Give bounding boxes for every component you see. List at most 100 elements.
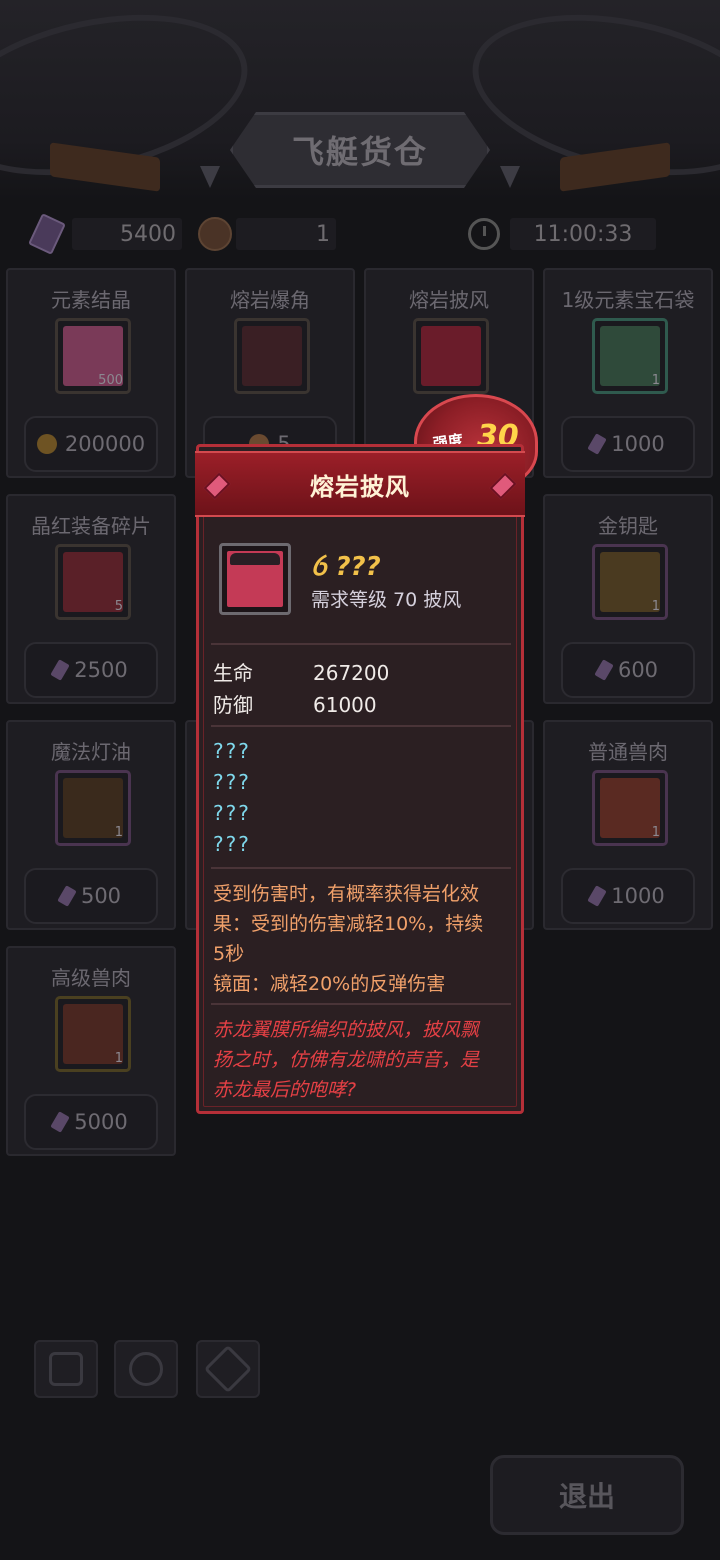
exit-button[interactable]: 退出 <box>490 1455 684 1535</box>
shop-item[interactable]: 晶红装备碎片 5 2500 <box>6 494 176 704</box>
compass-icon <box>129 1352 163 1386</box>
gem-ornament-icon <box>489 472 517 500</box>
rune-button[interactable] <box>196 1340 260 1398</box>
item-name: 熔岩披风 <box>409 288 489 312</box>
lore-line: 赤龙翼膜所编织的披风，披风飘 <box>213 1019 480 1041</box>
quality-text: ??? <box>335 552 381 582</box>
coin-icon <box>36 434 57 454</box>
page-title: 飞艇货仓 <box>291 133 428 171</box>
beast-head-icon <box>198 217 232 251</box>
title-plate: 飞艇货仓 <box>230 112 490 188</box>
spike-decoration <box>500 166 520 188</box>
item-name: 1级元素宝石袋 <box>561 288 695 312</box>
item-name: 普通兽肉 <box>588 740 668 764</box>
popup-title: 熔岩披风 <box>310 472 410 501</box>
item-slot: 1 <box>55 770 131 846</box>
item-slot: 5 <box>55 544 131 620</box>
effect-line: 5秒 <box>213 943 245 965</box>
gem-icon <box>587 433 607 455</box>
compass-button[interactable] <box>114 1340 178 1398</box>
spike-decoration <box>200 166 220 188</box>
lava-horn-icon <box>242 326 302 386</box>
stat-key: 防御 <box>213 693 253 717</box>
item-name: 魔法灯油 <box>51 740 131 764</box>
item-price: 1000 <box>611 432 665 456</box>
gem-icon <box>57 885 77 907</box>
cape-collar <box>230 553 280 565</box>
unknown-attr: ??? <box>213 770 251 794</box>
shop-item[interactable]: 普通兽肉 1 1000 <box>543 720 713 930</box>
triquetra-icon <box>203 1344 253 1394</box>
effect-line: 受到伤害时，有概率获得岩化效 <box>213 883 480 905</box>
item-slot: 1 <box>55 996 131 1072</box>
stat-key: 生命 <box>213 661 253 685</box>
divider <box>211 867 511 869</box>
item-name: 晶红装备碎片 <box>31 514 151 538</box>
divider <box>211 1003 511 1005</box>
shop-item[interactable]: 元素结晶 500 200000 <box>6 268 176 478</box>
divider <box>211 643 511 645</box>
item-slot <box>234 318 310 394</box>
item-lore: 赤龙翼膜所编织的披风，披风飘 扬之时，仿佛有龙啸的声音，是 赤龙最后的咆哮? <box>213 1015 513 1105</box>
item-price: 200000 <box>64 432 146 456</box>
item-slot: 500 <box>55 318 131 394</box>
item-price: 1000 <box>611 884 665 908</box>
gem-icon <box>28 213 66 255</box>
lore-line: 扬之时，仿佛有龙啸的声音，是 <box>213 1049 480 1071</box>
item-count: 1 <box>114 1051 123 1066</box>
chest-button[interactable] <box>34 1340 98 1398</box>
lore-line: 赤龙最后的咆哮? <box>213 1079 357 1101</box>
item-price: 500 <box>80 884 122 908</box>
buy-button[interactable]: 1000 <box>561 416 695 472</box>
item-price: 600 <box>617 658 659 682</box>
item-quality: ỽ ??? <box>311 547 381 583</box>
refresh-timer: 11:00:33 <box>468 218 656 250</box>
clock-icon <box>468 218 500 250</box>
buy-button[interactable]: 1000 <box>561 868 695 924</box>
item-requirement: 需求等级 70 披风 <box>311 589 462 611</box>
item-effect: 受到伤害时，有概率获得岩化效 果：受到的伤害减轻10%，持续 5秒 镜面：减轻2… <box>213 879 513 999</box>
item-name: 熔岩爆角 <box>230 288 310 312</box>
unknown-attr: ??? <box>213 739 251 763</box>
shop-item[interactable]: 金钥匙 1 600 <box>543 494 713 704</box>
gem-icon <box>587 885 607 907</box>
divider <box>211 725 511 727</box>
unknown-attr: ??? <box>213 832 251 856</box>
buy-button[interactable]: 600 <box>561 642 695 698</box>
effect-line: 镜面：减轻20%的反弹伤害 <box>213 973 446 995</box>
item-name: 金钥匙 <box>598 514 658 538</box>
item-count: 1 <box>651 825 660 840</box>
beast-token-currency: 1 <box>198 217 336 251</box>
shop-item[interactable]: 高级兽肉 1 5000 <box>6 946 176 1156</box>
item-count: 1 <box>651 599 660 614</box>
item-count: 1 <box>651 373 660 388</box>
beast-token-amount: 1 <box>236 218 336 250</box>
timer-value: 11:00:33 <box>510 218 656 250</box>
item-price: 2500 <box>74 658 128 682</box>
stat-row: 防御 61000 <box>213 689 377 718</box>
shop-item[interactable]: 1级元素宝石袋 1 1000 <box>543 268 713 478</box>
gem-icon <box>594 659 614 681</box>
item-name: 元素结晶 <box>51 288 131 312</box>
buy-button[interactable]: 500 <box>24 868 158 924</box>
effect-line: 果：受到的伤害减轻10%，持续 <box>213 913 484 935</box>
unknown-attr: ??? <box>213 801 251 825</box>
stat-value: 61000 <box>313 693 377 717</box>
stat-row: 生命 267200 <box>213 657 389 686</box>
shop-item[interactable]: 魔法灯油 1 500 <box>6 720 176 930</box>
item-detail-popup[interactable]: 熔岩披风 ỽ ??? 需求等级 70 披风 生命 267200 防御 61000 ?… <box>195 444 525 1114</box>
buy-button[interactable]: 200000 <box>24 416 158 472</box>
gem-ornament-icon <box>203 472 231 500</box>
item-slot: 1 <box>592 544 668 620</box>
gem-icon <box>50 659 70 681</box>
popup-header: 熔岩披风 <box>195 451 525 517</box>
item-count: 500 <box>98 373 123 388</box>
exit-label: 退出 <box>558 1480 615 1513</box>
item-name: 高级兽肉 <box>51 966 131 990</box>
buy-button[interactable]: 5000 <box>24 1094 158 1150</box>
item-slot: 1 <box>592 318 668 394</box>
item-price: 5000 <box>74 1110 128 1134</box>
buy-button[interactable]: 2500 <box>24 642 158 698</box>
quality-icon: ỽ <box>311 552 336 582</box>
chest-icon <box>49 1352 83 1386</box>
